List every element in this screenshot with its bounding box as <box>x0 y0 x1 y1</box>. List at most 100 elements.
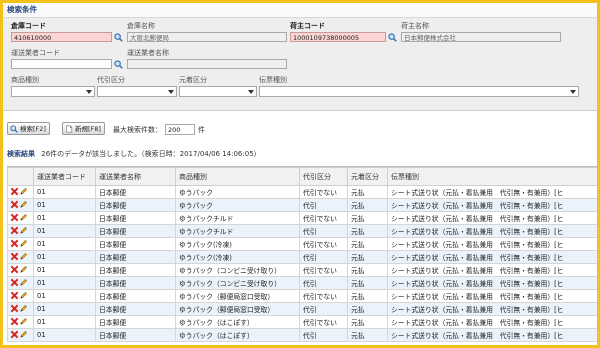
column-header[interactable]: 元着区分 <box>347 167 388 186</box>
search-button[interactable]: 検索[F2] <box>7 122 50 135</box>
column-header <box>7 167 34 186</box>
cell-carrier-name: 日本郵便 <box>95 211 176 225</box>
carrier-code-input[interactable] <box>11 59 112 69</box>
new-document-icon <box>66 125 73 133</box>
cell-slip-type: シート式送り状（元払・着払兼用 代引無・有兼用）[ヒ <box>387 263 597 277</box>
result-label: 検索結果 <box>7 150 35 158</box>
payment-label: 元着区分 <box>179 76 207 84</box>
cell-carrier-name: 日本郵便 <box>95 302 176 316</box>
pencil-icon[interactable] <box>19 239 28 248</box>
column-header[interactable]: 商品種別 <box>175 167 300 186</box>
cell-cod: 代引 <box>299 224 348 238</box>
row-actions <box>7 198 34 212</box>
pencil-icon[interactable] <box>19 187 28 196</box>
pencil-icon[interactable] <box>19 252 28 261</box>
cell-carrier-name: 日本郵便 <box>95 185 176 199</box>
payment-select[interactable] <box>179 86 257 97</box>
cod-select[interactable] <box>97 86 177 97</box>
delete-x-icon[interactable] <box>10 291 19 300</box>
result-message: 26件のデータが該当しました。（検索日時：2017/04/06 14:06:05… <box>41 150 261 158</box>
pencil-icon[interactable] <box>19 265 28 274</box>
product-type-select[interactable] <box>11 86 95 97</box>
warehouse-code-input[interactable]: 410610000 <box>11 32 112 42</box>
cell-carrier-code: 01 <box>33 289 96 303</box>
results-table-container[interactable]: 運送業者コード 運送業者名称 商品種別 代引区分 元着区分 伝票種別 01 日本郵… <box>7 166 597 345</box>
product-type-label: 商品種別 <box>11 76 39 84</box>
pencil-icon[interactable] <box>19 213 28 222</box>
table-row[interactable]: 01 日本郵便 ゆうパック(冷凍) 代引 元払 シート式送り状（元払・着払兼用 代引無・有… <box>7 250 597 264</box>
delete-x-icon[interactable] <box>10 252 19 261</box>
carrier-name-label: 運送業者名称 <box>127 49 169 57</box>
cell-slip-type: シート式送り状（元払・着払兼用 代引無・有兼用）[ヒ <box>387 237 597 251</box>
pencil-icon[interactable] <box>19 317 28 326</box>
shipper-lookup-icon[interactable] <box>388 33 397 42</box>
pencil-icon[interactable] <box>19 278 28 287</box>
pencil-icon[interactable] <box>19 226 28 235</box>
carrier-lookup-icon[interactable] <box>114 60 123 69</box>
table-row[interactable]: 01 日本郵便 ゆうパック（はこぽす） 代引 元払 シート式送り状（元払・着払兼用 代引無… <box>7 328 597 342</box>
warehouse-code-label: 倉庫コード <box>11 22 46 30</box>
search-button-label: 検索[F2] <box>20 125 46 133</box>
table-row[interactable]: 01 日本郵便 ゆうパック(冷凍) 代引でない 元払 シート式送り状（元払・着払兼用 代引… <box>7 237 597 251</box>
new-button[interactable]: 新規[F8] <box>62 122 105 135</box>
shipper-name-label: 荷主名称 <box>401 22 429 30</box>
cell-carrier-name: 日本郵便 <box>95 315 176 329</box>
table-row[interactable]: 01 日本郵便 ゆうパックチルド 代引 元払 シート式送り状（元払・着払兼用 代引無・有兼… <box>7 224 597 238</box>
table-row[interactable]: 01 日本郵便 ゆうパック 代引 元払 シート式送り状（元払・着払兼用 代引無・有兼用）[… <box>7 198 597 212</box>
pencil-icon[interactable] <box>19 330 28 339</box>
slip-type-label: 伝票種別 <box>259 76 287 84</box>
table-row[interactable]: 01 日本郵便 ゆうパックチルド 代引でない 元払 シート式送り状（元払・着払兼用 代引無… <box>7 211 597 225</box>
table-row[interactable]: 01 日本郵便 ゆうパック（郵便局窓口受取） 代引 元払 シート式送り状（元払・着払兼用 … <box>7 302 597 316</box>
table-row[interactable]: 01 日本郵便 ゆうパック（コンビニ受け取り） 代引でない 元払 シート式送り状（元払・着… <box>7 263 597 277</box>
delete-x-icon[interactable] <box>10 226 19 235</box>
pencil-icon[interactable] <box>19 304 28 313</box>
row-actions <box>7 185 34 199</box>
delete-x-icon[interactable] <box>10 265 19 274</box>
delete-x-icon[interactable] <box>10 278 19 287</box>
column-header[interactable]: 運送業者名称 <box>95 167 176 186</box>
slip-type-select[interactable] <box>259 86 579 97</box>
delete-x-icon[interactable] <box>10 317 19 326</box>
column-header[interactable]: 伝票種別 <box>387 167 597 186</box>
warehouse-name-field: 大阪北郵便局 <box>127 32 287 42</box>
cell-carrier-code: 01 <box>33 328 96 342</box>
cell-carrier-code: 01 <box>33 185 96 199</box>
cell-cod: 代引でない <box>299 211 348 225</box>
max-results-input[interactable]: 200 <box>165 124 195 135</box>
cell-carrier-name: 日本郵便 <box>95 328 176 342</box>
cell-carrier-name: 日本郵便 <box>95 198 176 212</box>
cell-payment: 元払 <box>347 263 388 277</box>
cell-carrier-code: 01 <box>33 224 96 238</box>
results-table: 運送業者コード 運送業者名称 商品種別 代引区分 元着区分 伝票種別 01 日本郵… <box>7 167 597 342</box>
chevron-down-icon <box>570 90 576 94</box>
new-button-label: 新規[F8] <box>75 125 101 133</box>
pencil-icon[interactable] <box>19 200 28 209</box>
table-row[interactable]: 01 日本郵便 ゆうパック（郵便局窓口受取） 代引でない 元払 シート式送り状（元払・着払… <box>7 289 597 303</box>
delete-x-icon[interactable] <box>10 239 19 248</box>
row-actions <box>7 211 34 225</box>
row-actions <box>7 250 34 264</box>
cell-payment: 元払 <box>347 198 388 212</box>
cod-label: 代引区分 <box>97 76 125 84</box>
table-row[interactable]: 01 日本郵便 ゆうパック（コンビニ受け取り） 代引 元払 シート式送り状（元払・着払兼用… <box>7 276 597 290</box>
pencil-icon[interactable] <box>19 291 28 300</box>
delete-x-icon[interactable] <box>10 330 19 339</box>
warehouse-lookup-icon[interactable] <box>114 33 123 42</box>
column-header[interactable]: 運送業者コード <box>33 167 96 186</box>
cell-payment: 元払 <box>347 276 388 290</box>
delete-x-icon[interactable] <box>10 304 19 313</box>
warehouse-name-label: 倉庫名称 <box>127 22 155 30</box>
table-row[interactable]: 01 日本郵便 ゆうパック 代引でない 元払 シート式送り状（元払・着払兼用 代引無・有兼… <box>7 185 597 199</box>
cell-carrier-code: 01 <box>33 315 96 329</box>
shipper-code-input[interactable]: 1000109738000005 <box>290 32 386 42</box>
delete-x-icon[interactable] <box>10 187 19 196</box>
cell-product-type: ゆうパック（はこぽす） <box>175 328 300 342</box>
cell-payment: 元払 <box>347 211 388 225</box>
delete-x-icon[interactable] <box>10 213 19 222</box>
column-header[interactable]: 代引区分 <box>299 167 348 186</box>
delete-x-icon[interactable] <box>10 200 19 209</box>
row-actions <box>7 276 34 290</box>
table-row[interactable]: 01 日本郵便 ゆうパック（はこぽす） 代引でない 元払 シート式送り状（元払・着払兼用 … <box>7 315 597 329</box>
cell-product-type: ゆうパック（コンビニ受け取り） <box>175 276 300 290</box>
panel-title: 検索条件 <box>3 3 597 18</box>
